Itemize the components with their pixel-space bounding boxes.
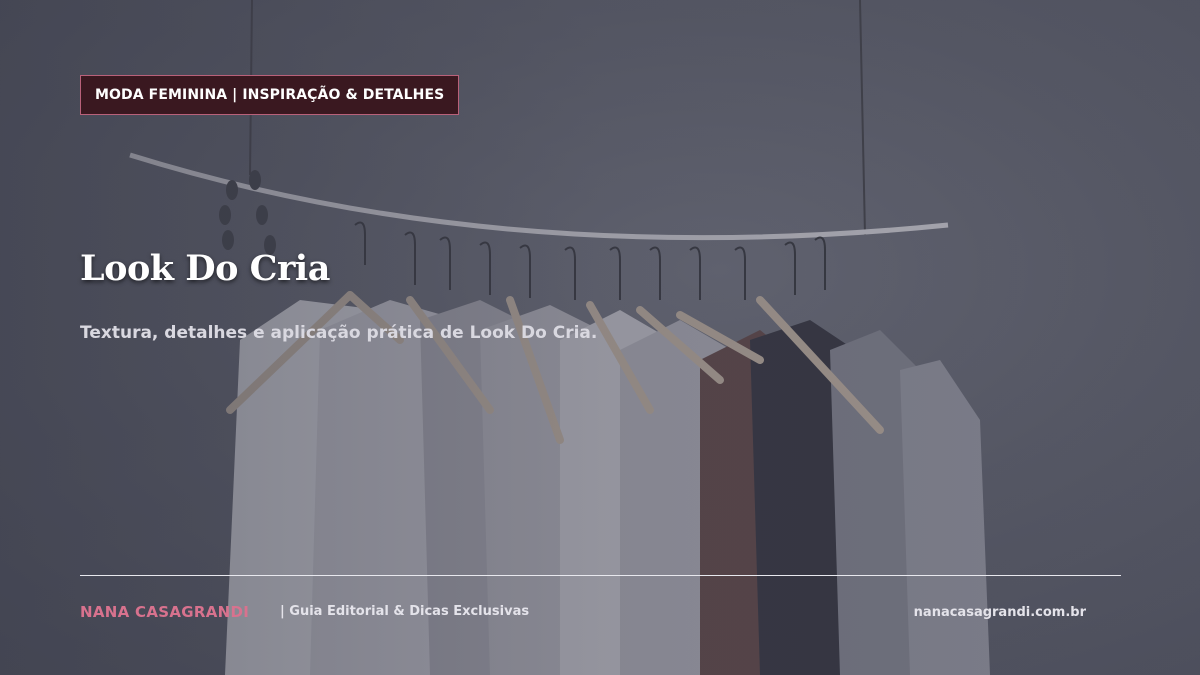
- category-tag: MODA FEMININA | INSPIRAÇÃO & DETALHES: [80, 75, 460, 115]
- site-url[interactable]: nanacasagrandi.com.br: [914, 605, 1086, 620]
- page-title: Look Do Cria: [80, 248, 330, 289]
- brand-name[interactable]: NANA CASAGRANDI: [80, 603, 249, 621]
- footer-divider: [80, 575, 1121, 576]
- brand-tagline: | Guia Editorial & Dicas Exclusivas: [280, 604, 530, 619]
- page-subtitle: Textura, detalhes e aplicação prática de…: [80, 323, 598, 343]
